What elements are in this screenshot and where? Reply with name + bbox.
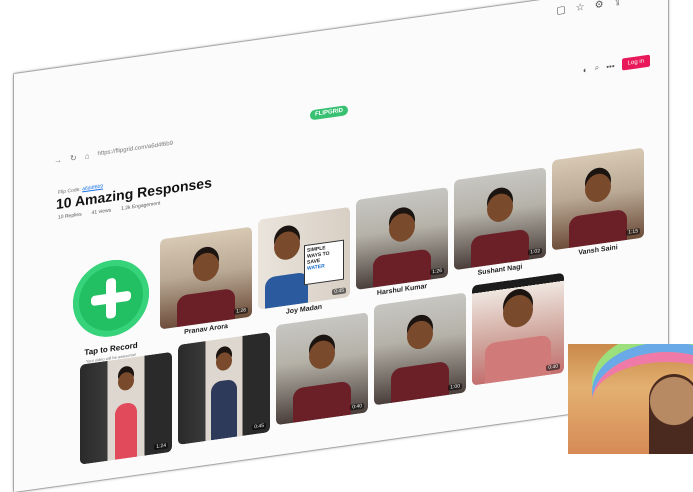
response-card-joy[interactable]: SIMPLE WAYS TO SAVE WATER 0:45 Joy Madan <box>258 206 350 324</box>
duration-badge: 0:45 <box>332 287 346 296</box>
url-text: https://flipgrid.com/a6d4f6b9 <box>97 140 173 158</box>
star-icon[interactable]: ☆ <box>576 2 585 14</box>
moon-icon[interactable]: ◐ <box>583 65 588 75</box>
stat-replies: 10 Replies <box>58 211 82 221</box>
duration-badge: 1:00 <box>448 383 462 391</box>
login-button[interactable]: Log in <box>621 54 650 71</box>
record-button[interactable]: Tap to Record Your video will be awesome… <box>69 254 153 366</box>
response-card-7[interactable]: 0:45 <box>178 332 270 445</box>
video-thumbnail[interactable]: 1:26 <box>356 187 448 290</box>
webcam-overlay <box>568 344 693 454</box>
response-card-9[interactable]: 1:00 <box>374 292 466 406</box>
duration-badge: 1:24 <box>154 442 168 451</box>
video-thumbnail[interactable]: 0:45 <box>178 332 270 445</box>
back-icon[interactable]: → <box>54 155 62 165</box>
flipgrid-logo[interactable]: FLIPGRID <box>310 105 348 121</box>
response-card-6[interactable]: 1:24 <box>80 351 172 465</box>
more-icon[interactable]: ••• <box>606 61 614 71</box>
plus-icon[interactable] <box>73 255 149 342</box>
address-bar[interactable]: → ↻ ⌂ https://flipgrid.com/a6d4f6b9 <box>54 125 264 167</box>
minimize-icon[interactable]: ▢ <box>556 4 565 16</box>
header-tools: ◐ ⌕ ••• Log in <box>583 54 650 76</box>
search-icon[interactable]: ⌕ <box>595 63 599 74</box>
response-card-pranav[interactable]: 1:26 Pranav Arora <box>160 226 252 344</box>
video-thumbnail[interactable]: 1:00 <box>374 292 466 406</box>
video-thumbnail[interactable]: 0:40 <box>276 312 368 426</box>
video-thumbnail[interactable]: 1:24 <box>80 351 172 465</box>
video-thumbnail[interactable]: 1:02 <box>454 167 546 271</box>
share-icon[interactable]: ⇪ <box>614 0 622 9</box>
response-card-10[interactable]: 0:40 <box>472 272 564 386</box>
home-icon[interactable]: ⌂ <box>85 151 90 161</box>
duration-badge: 1:26 <box>430 267 444 276</box>
refresh-icon[interactable]: ↻ <box>70 153 77 163</box>
settings-icon[interactable]: ⚙ <box>595 0 604 11</box>
response-card-harshul[interactable]: 1:26 Harshul Kumar <box>356 187 448 304</box>
save-water-sign: SIMPLE WAYS TO SAVE WATER <box>304 239 344 286</box>
duration-badge: 1:15 <box>626 228 640 236</box>
video-thumbnail[interactable]: 0:40 <box>472 272 564 386</box>
video-thumbnail[interactable]: SIMPLE WAYS TO SAVE WATER 0:45 <box>258 206 350 310</box>
duration-badge: 1:02 <box>528 247 542 256</box>
response-card-sushant[interactable]: 1:02 Sushant Nagi <box>454 167 546 284</box>
duration-badge: 0:45 <box>252 422 266 431</box>
stat-engagement: 1.2k Engagement <box>121 200 161 212</box>
duration-badge: 1:26 <box>234 307 248 316</box>
duration-badge: 0:40 <box>546 363 560 372</box>
response-card-8[interactable]: 0:40 <box>276 312 368 426</box>
window-controls: ▢ ☆ ⚙ ⇪ <box>556 0 622 17</box>
video-thumbnail[interactable]: 1:26 <box>160 226 252 330</box>
stat-views: 41 views <box>91 207 112 217</box>
response-card-vansh[interactable]: 1:15 Vansh Saini <box>552 147 644 264</box>
photo-scene: ▢ ☆ ⚙ ⇪ → ↻ ⌂ https://flipgrid.com/a6d4f… <box>0 0 693 492</box>
duration-badge: 0:40 <box>350 402 364 411</box>
video-thumbnail[interactable]: 1:15 <box>552 147 644 251</box>
